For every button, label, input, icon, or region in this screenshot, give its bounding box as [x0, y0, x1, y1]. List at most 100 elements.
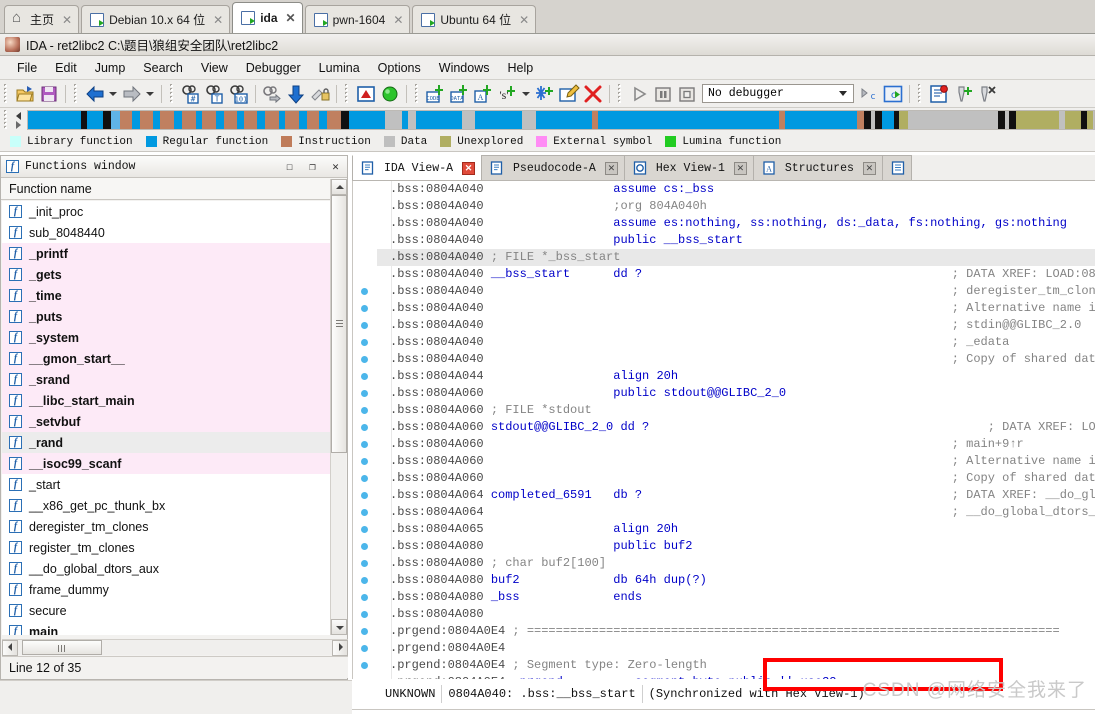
make-data-icon[interactable]: DATA	[449, 83, 471, 105]
run-icon[interactable]	[628, 83, 650, 105]
green-ball-icon[interactable]	[379, 83, 401, 105]
step-into-icon[interactable]: c	[858, 83, 880, 105]
close-icon[interactable]: ✕	[519, 14, 529, 26]
disassembly-line[interactable]: .bss:0804A065 align 20h	[377, 521, 1095, 538]
stop-icon[interactable]	[676, 83, 698, 105]
disassembly-line[interactable]: .bss:0804A040 ; _edata	[377, 334, 1095, 351]
disassembly-line[interactable]: .bss:0804A060 ; Alternative name is 'std…	[377, 453, 1095, 470]
function-list-item[interactable]: f _puts	[2, 306, 332, 327]
maximize-icon[interactable]: ☐	[281, 159, 298, 175]
breakpoints-icon[interactable]	[928, 83, 950, 105]
function-list-item[interactable]: f _setvbuf	[2, 411, 332, 432]
function-list-item[interactable]: f secure	[2, 600, 332, 621]
function-list-item[interactable]: f _printf	[2, 243, 332, 264]
tab-enums[interactable]	[881, 155, 912, 180]
disassembly-line[interactable]: .prgend:0804A0E4 ; Segment type: Zero-le…	[377, 657, 1095, 674]
vm-tab-pwn1604[interactable]: pwn-1604 ✕	[304, 5, 411, 33]
disassembly-line[interactable]: .bss:0804A040 ;org 804A040h	[377, 198, 1095, 215]
menu-debugger[interactable]: Debugger	[237, 58, 310, 78]
function-list-item[interactable]: f __gmon_start__	[2, 348, 332, 369]
function-list-item[interactable]: f sub_8048440	[2, 222, 332, 243]
function-list-item[interactable]: f main	[2, 621, 332, 635]
function-name-column-header[interactable]: Function name	[1, 178, 347, 200]
disassembly-line[interactable]: .bss:0804A080 public buf2	[377, 538, 1095, 555]
disassembly-line[interactable]: .bss:0804A060 public stdout@@GLIBC_2_0	[377, 385, 1095, 402]
disassembly-line[interactable]: .bss:0804A040 ; FILE *_bss_start	[377, 249, 1095, 266]
menu-view[interactable]: View	[192, 58, 237, 78]
make-string-icon[interactable]: 's'	[497, 83, 519, 105]
close-icon[interactable]: ✕	[327, 159, 344, 175]
vscroll-thumb[interactable]	[331, 195, 347, 453]
function-list-item[interactable]: f _srand	[2, 369, 332, 390]
hscroll-track[interactable]	[18, 640, 332, 656]
disassembly-line[interactable]: .bss:0804A080 buf2 db 64h dup(?)	[377, 572, 1095, 589]
nav-forward-icon[interactable]	[121, 83, 143, 105]
close-icon[interactable]: ✕	[62, 14, 72, 26]
tab-structures[interactable]: A Structures ✕	[752, 155, 883, 180]
toolbar-grip[interactable]	[917, 83, 924, 104]
search-text-icon[interactable]: T	[204, 83, 226, 105]
make-code-icon[interactable]: CODE	[425, 83, 447, 105]
function-list-hscrollbar[interactable]	[2, 639, 348, 656]
function-list[interactable]: f _init_proc f sub_8048440 f _printf f _gets f _t…	[2, 201, 332, 635]
debugger-select[interactable]: No debugger	[702, 84, 854, 103]
vm-tab-home[interactable]: 主页 ✕	[4, 5, 80, 33]
disassembly-view[interactable]: .bss:0804A040 assume cs:_bss .bss:0804A0…	[352, 181, 1095, 686]
close-icon[interactable]: ✕	[286, 12, 296, 24]
function-list-item[interactable]: f _time	[2, 285, 332, 306]
function-list-item[interactable]: f _rand	[2, 432, 332, 453]
disassembly-line[interactable]: .bss:0804A044 align 20h	[377, 368, 1095, 385]
disassembly-line[interactable]: .prgend:0804A0E4 ; =====================…	[377, 623, 1095, 640]
menu-options[interactable]: Options	[369, 58, 430, 78]
close-icon[interactable]: ✕	[393, 14, 403, 26]
function-list-item[interactable]: f register_tm_clones	[2, 537, 332, 558]
function-list-item[interactable]: f __x86_get_pc_thunk_bx	[2, 495, 332, 516]
disassembly-line[interactable]: .bss:0804A040 assume cs:_bss	[377, 181, 1095, 198]
search-hash-icon[interactable]: #	[180, 83, 202, 105]
disassembly-line[interactable]: .bss:0804A060 ; Copy of shared data	[377, 470, 1095, 487]
menu-edit[interactable]: Edit	[46, 58, 86, 78]
disassembly-line[interactable]: .bss:0804A064 ; __do_global_dtors_aux+14…	[377, 504, 1095, 521]
disassembly-lines[interactable]: .bss:0804A040 assume cs:_bss .bss:0804A0…	[377, 181, 1095, 686]
function-list-item[interactable]: f frame_dummy	[2, 579, 332, 600]
disassembly-line[interactable]: .bss:0804A040 assume es:nothing, ss:noth…	[377, 215, 1095, 232]
function-list-item[interactable]: f _gets	[2, 264, 332, 285]
function-list-item[interactable]: f __libc_start_main	[2, 390, 332, 411]
menu-help[interactable]: Help	[498, 58, 542, 78]
menu-jump[interactable]: Jump	[86, 58, 135, 78]
string-dropdown-caret[interactable]	[520, 83, 531, 105]
tab-pseudocode-a[interactable]: Pseudocode-A ✕	[481, 155, 625, 180]
forward-dropdown-caret[interactable]	[144, 83, 155, 105]
disassembly-line[interactable]: .prgend:0804A0E4	[377, 640, 1095, 657]
disassembly-line[interactable]: .bss:0804A080	[377, 606, 1095, 623]
add-breakpoint-icon[interactable]	[952, 83, 974, 105]
disassembly-line[interactable]: .bss:0804A040 ; Alternative name is '__T…	[377, 300, 1095, 317]
vm-tab-ubuntu[interactable]: Ubuntu 64 位 ✕	[412, 5, 537, 33]
function-list-item[interactable]: f __isoc99_scanf	[2, 453, 332, 474]
hscroll-thumb[interactable]	[22, 640, 102, 655]
nav-band-arrows[interactable]	[13, 109, 27, 131]
function-list-item[interactable]: f _system	[2, 327, 332, 348]
close-icon[interactable]: ✕	[733, 161, 747, 175]
refresh-debugger-icon[interactable]: c	[882, 83, 904, 105]
nav-band-right-icon[interactable]	[16, 121, 21, 129]
lock-key-icon[interactable]	[309, 83, 331, 105]
vm-tab-ida[interactable]: ida ✕	[232, 2, 303, 33]
vm-tab-debian[interactable]: Debian 10.x 64 位 ✕	[81, 5, 231, 33]
undefine-icon[interactable]	[582, 83, 604, 105]
make-struct-icon[interactable]	[534, 83, 556, 105]
toolbar-grip[interactable]	[73, 83, 80, 104]
back-dropdown-caret[interactable]	[107, 83, 118, 105]
close-icon[interactable]: ✕	[462, 161, 476, 175]
close-icon[interactable]: ✕	[213, 14, 223, 26]
edit-function-icon[interactable]	[558, 83, 580, 105]
delete-breakpoint-icon[interactable]	[976, 83, 998, 105]
scroll-left-icon[interactable]	[2, 640, 18, 656]
pause-icon[interactable]	[652, 83, 674, 105]
toolbar-grip[interactable]	[344, 83, 351, 104]
close-icon[interactable]: ✕	[862, 161, 876, 175]
function-list-vscrollbar[interactable]	[330, 179, 347, 635]
nav-band-left-icon[interactable]	[16, 112, 21, 120]
disassembly-line[interactable]: .bss:0804A080 _bss ends	[377, 589, 1095, 606]
disassembly-line[interactable]: .bss:0804A060 ; FILE *stdout	[377, 402, 1095, 419]
